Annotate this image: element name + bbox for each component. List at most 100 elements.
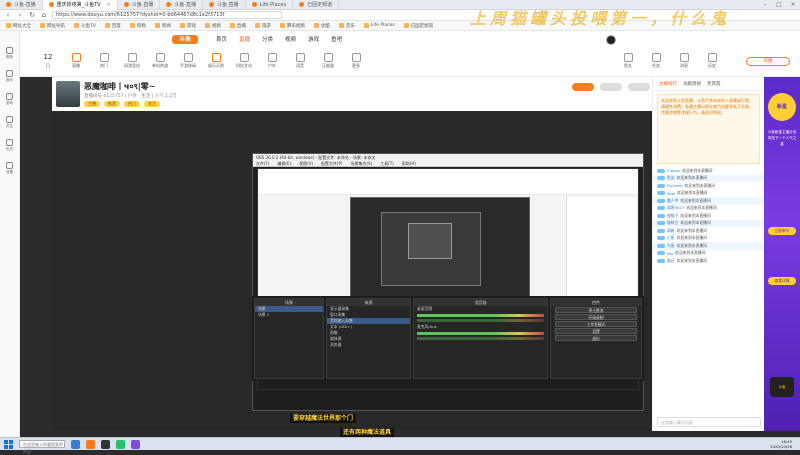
category-item[interactable]: 语音 xyxy=(292,53,308,69)
close-tab-icon[interactable]: × xyxy=(107,2,111,8)
category-item[interactable]: 手游休闲 xyxy=(180,53,196,69)
settings-button[interactable]: 设置 xyxy=(555,328,637,334)
promo-banner[interactable]: 新星 斗鱼新星主播计划 寻找下一个人气之星 立即参与 查看详情 斗鱼 xyxy=(764,77,800,431)
open-live-button[interactable]: 开播 xyxy=(746,57,790,66)
header-tool[interactable]: 鱼丸 xyxy=(620,53,636,69)
bookmark[interactable]: 优酷 xyxy=(313,23,330,29)
bookmark[interactable]: 音乐 xyxy=(338,23,355,29)
obs-menu-item[interactable]: 视图(V) xyxy=(299,161,313,166)
bookmark[interactable]: 直播 xyxy=(229,23,246,29)
obs-icon[interactable] xyxy=(101,439,110,449)
tab-weekly[interactable]: 贡献周榜 xyxy=(683,81,701,87)
category-item[interactable]: 单机热游 xyxy=(152,53,168,69)
browser-tab[interactable]: 斗鱼·直播 xyxy=(203,0,246,10)
sidebar-item-entertainment[interactable]: 娱乐 xyxy=(6,70,13,83)
header-tool[interactable]: 历史 xyxy=(704,53,720,69)
video-player[interactable]: OBS 26.0.2 (64-bit, windows) - 配置文件: 未命名… xyxy=(52,111,652,431)
scene-item[interactable]: 场景 2 xyxy=(255,312,323,318)
bookmark[interactable]: 新闻 xyxy=(154,23,171,29)
bookmark[interactable]: Life Places xyxy=(363,23,395,28)
stop-stream-button[interactable]: 停止推流 xyxy=(555,307,637,313)
site-logo[interactable]: 斗鱼 xyxy=(172,35,198,44)
browser-tab[interactable]: Life Places xyxy=(246,0,294,10)
room-tag[interactable]: 主播 xyxy=(84,101,100,107)
start-record-button[interactable]: 开始录制 xyxy=(555,314,637,320)
browser-tab[interactable]: 已固定频道 xyxy=(293,0,340,10)
category-item[interactable]: 12 日 xyxy=(40,53,56,69)
bookmark[interactable]: 网址导航 xyxy=(40,23,65,29)
report-button[interactable] xyxy=(628,83,650,91)
sidebar-item-games[interactable]: 游戏 xyxy=(6,93,13,106)
back-icon[interactable]: ‹ xyxy=(4,11,12,19)
category-item[interactable]: 网游竞技 xyxy=(124,53,140,69)
bookmark[interactable]: 腾讯视频 xyxy=(279,23,305,29)
bookmark[interactable]: 旅游 xyxy=(254,23,271,29)
browser-icon[interactable] xyxy=(86,439,95,449)
bookmark[interactable]: 已固定频道 xyxy=(403,23,433,29)
browser-tab-active[interactable]: 重庆妖夜第_斗鱼TV × xyxy=(42,0,118,10)
windows-start-icon[interactable] xyxy=(4,439,13,449)
studio-mode-button[interactable]: 工作室模式 xyxy=(555,321,637,327)
browser-tab[interactable]: 斗鱼·直播 xyxy=(160,0,203,10)
obs-menu-item[interactable]: 文件(F) xyxy=(256,161,269,166)
share-button[interactable] xyxy=(600,83,622,91)
obs-menu-item[interactable]: 场景集合(S) xyxy=(350,161,372,166)
audio-meter[interactable] xyxy=(417,337,544,340)
bookmark[interactable]: 视频 xyxy=(204,23,221,29)
audio-meter[interactable] xyxy=(417,314,544,317)
sidebar-item-recommend[interactable]: 推荐 xyxy=(6,47,13,60)
header-tool[interactable]: 任务 xyxy=(648,53,664,69)
category-item[interactable]: 直播 xyxy=(68,53,84,69)
refresh-icon[interactable]: ↻ xyxy=(28,11,36,19)
chat-username[interactable]: Cloudy xyxy=(667,168,680,173)
room-tag[interactable]: 关注 xyxy=(144,101,160,107)
system-clock[interactable]: 18:45 2020/10/26 xyxy=(770,439,792,449)
obs-menu-item[interactable]: 工具(T) xyxy=(380,161,394,166)
header-tool[interactable]: 消息 xyxy=(676,53,692,69)
url-input[interactable]: https://www.douyu.com/6125757?dyshid=0-b… xyxy=(52,11,282,19)
category-item[interactable]: 热门 xyxy=(96,53,112,69)
category-item[interactable]: 更多 xyxy=(348,53,364,69)
chat-username[interactable]: FlyLevel xyxy=(667,183,683,188)
nav-category[interactable]: 分类 xyxy=(262,35,273,43)
chat-username[interactable]: 夜猫子 xyxy=(667,213,678,219)
bookmark[interactable]: 斗鱼TV xyxy=(74,23,96,29)
nav-home[interactable]: 首页 xyxy=(216,35,227,43)
room-tag[interactable]: 热门 xyxy=(124,101,140,107)
user-avatar[interactable] xyxy=(606,35,616,45)
audio-meter[interactable] xyxy=(417,319,544,322)
streamer-avatar[interactable] xyxy=(56,81,80,107)
chat-input[interactable]: 这里输入聊天内容 xyxy=(657,417,761,427)
follow-button[interactable] xyxy=(572,83,594,91)
bookmark[interactable]: 购物 xyxy=(129,23,146,29)
nav-games[interactable]: 游戏 xyxy=(308,35,319,43)
chat-username[interactable]: Wu xyxy=(667,251,673,256)
app-icon[interactable] xyxy=(131,439,140,449)
sidebar-item-follow[interactable]: 关注 xyxy=(6,116,13,129)
promo-detail-button[interactable]: 查看详情 xyxy=(768,277,796,285)
obs-menu-item[interactable]: 配置文件(P) xyxy=(321,161,343,166)
browser-tab[interactable]: 斗鱼·直播 xyxy=(118,0,161,10)
category-item[interactable]: 科技文化 xyxy=(236,53,252,69)
nav-fishbar[interactable]: 鱼吧 xyxy=(331,35,342,43)
tab-ranking[interactable]: 主播排行 xyxy=(659,81,677,87)
chat-username[interactable]: 大佬 xyxy=(667,243,675,249)
home-icon[interactable]: ⌂ xyxy=(40,11,48,19)
chat-username[interactable]: 鱼友 xyxy=(667,175,675,181)
room-tag[interactable]: 推荐 xyxy=(104,101,120,107)
forward-icon[interactable]: › xyxy=(16,11,24,19)
category-item[interactable]: 户外 xyxy=(264,53,280,69)
exit-button[interactable]: 退出 xyxy=(555,335,637,341)
audio-meter[interactable] xyxy=(417,332,544,335)
chat-username[interactable]: 游客9527 xyxy=(667,205,684,211)
chat-username[interactable]: 小鱼 xyxy=(667,235,675,241)
sidebar-item-history[interactable]: 历史 xyxy=(6,139,13,152)
chat-username[interactable]: 萌新 xyxy=(667,228,675,234)
nav-video[interactable]: 视频 xyxy=(285,35,296,43)
sidebar-item-settings[interactable]: 设置 xyxy=(6,162,13,175)
category-item[interactable]: 正能量 xyxy=(320,53,336,69)
category-item[interactable]: 娱乐天地 xyxy=(208,53,224,69)
wechat-icon[interactable] xyxy=(116,439,125,449)
chat-username[interactable]: 咖啡豆 xyxy=(667,220,678,226)
nav-live[interactable]: 直播 xyxy=(239,35,250,43)
